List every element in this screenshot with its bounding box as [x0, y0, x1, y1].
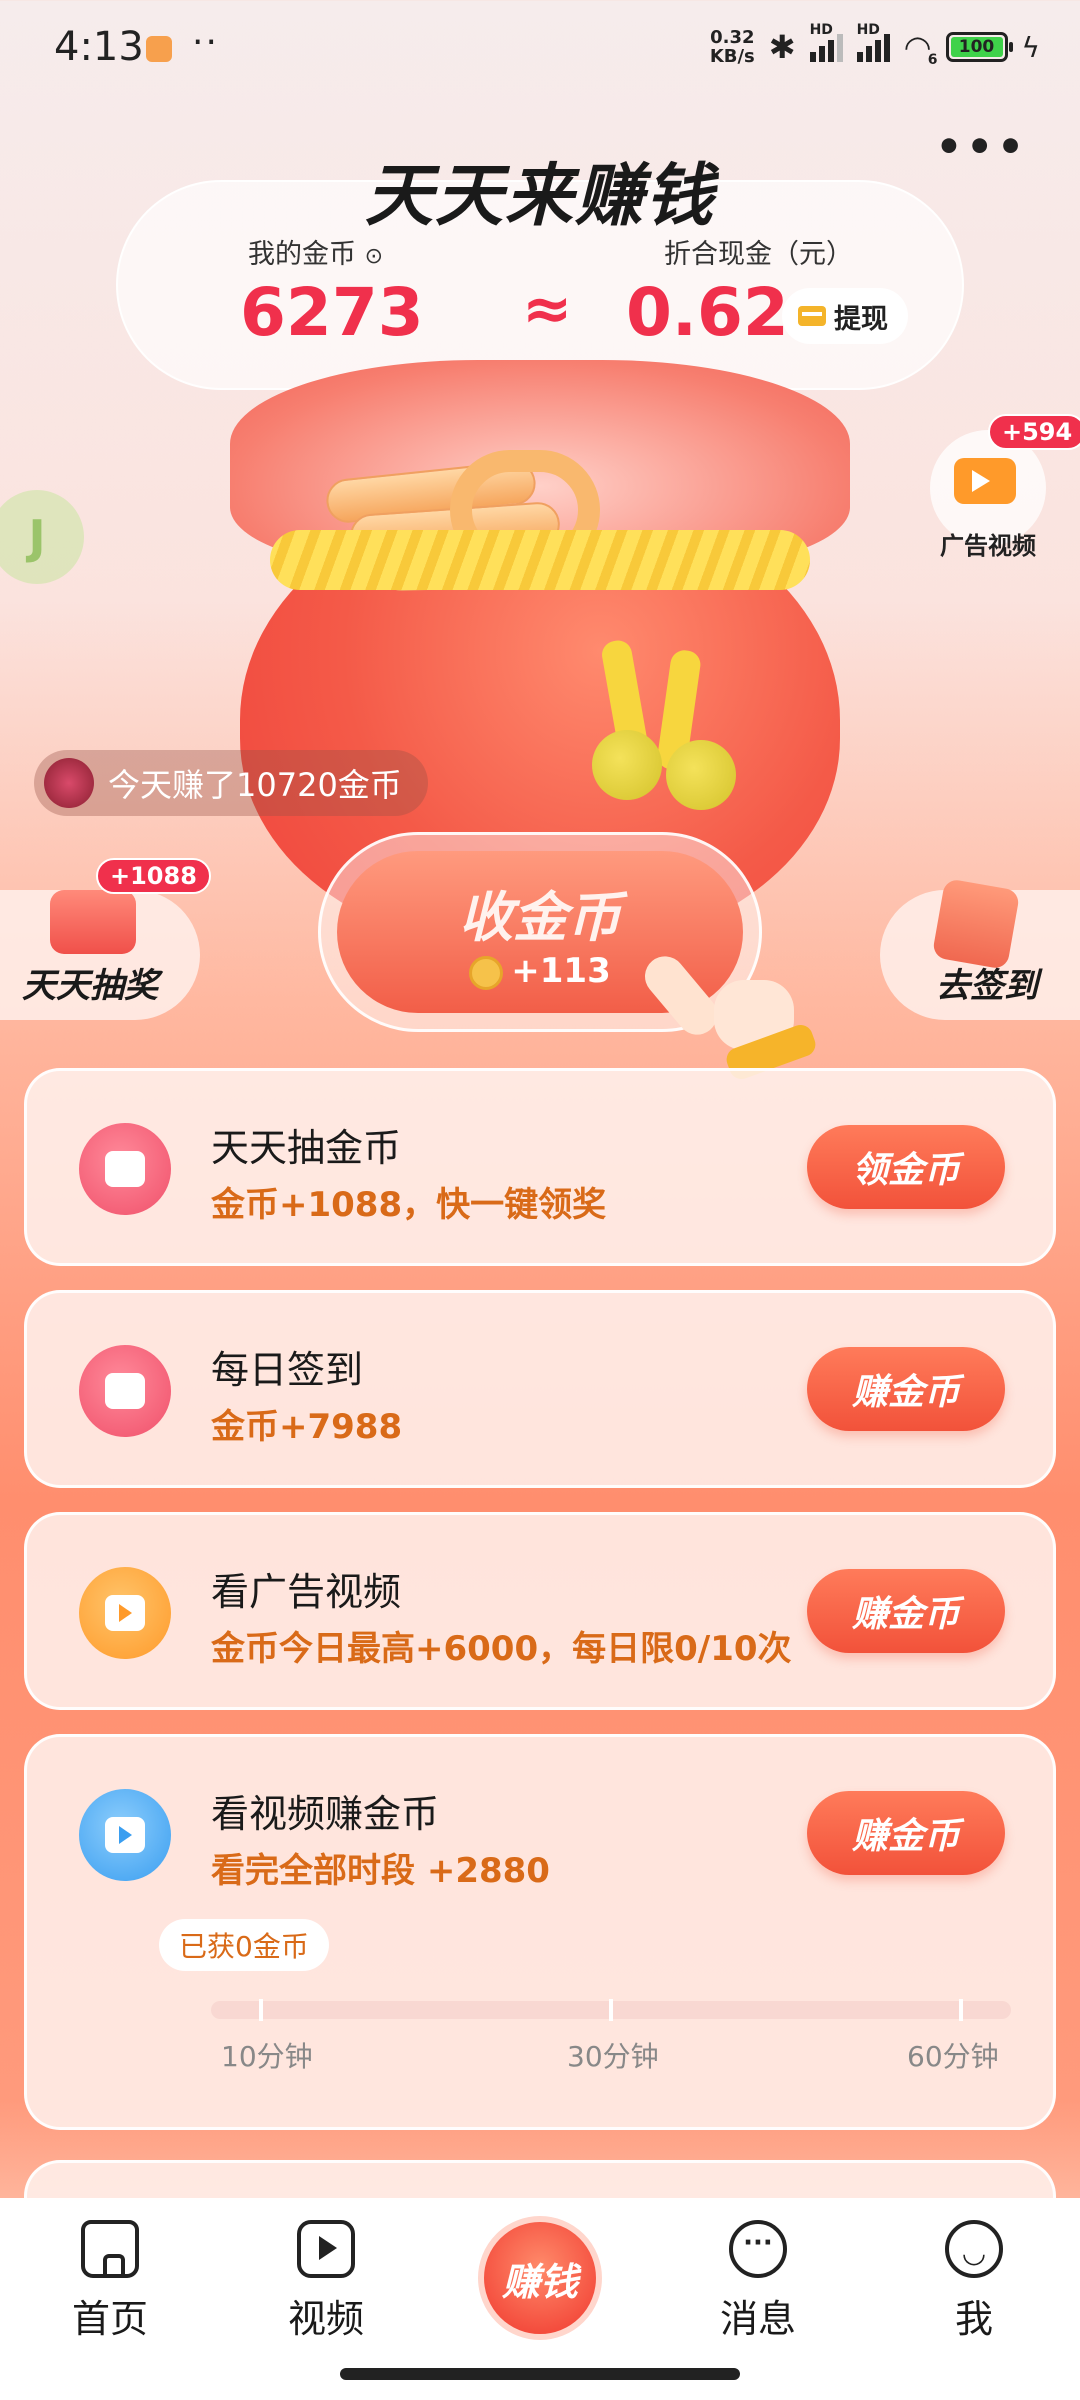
ad-video-float-button[interactable]: 广告视频 +594 [928, 414, 1080, 560]
status-bar: 4:13 ·· 0.32 KB/s ✱ HD HD ◠ 6 100 ϟ [0, 0, 1080, 96]
video-camera-icon [954, 458, 1016, 504]
ad-video-badge: +594 [988, 414, 1080, 450]
signal-1: HD [809, 22, 843, 62]
coin-icon [469, 955, 504, 990]
progress-tick [259, 1999, 263, 2021]
progress-tick [609, 1999, 613, 2021]
nav-messages[interactable]: 消息 [698, 2220, 818, 2343]
rope-decoration [270, 530, 810, 590]
battery-icon: 100 [945, 32, 1013, 62]
earn-coins-button[interactable]: 赚金币 [807, 1347, 1005, 1431]
signin-float-button[interactable]: 去签到 [880, 878, 1080, 1020]
calendar-icon [79, 1345, 171, 1437]
milestone-label: 10分钟 [221, 2040, 313, 2073]
lottery-float-button[interactable]: 天天抽奖 +1088 [0, 858, 211, 1020]
milestone-label: 60分钟 [907, 2040, 999, 2073]
status-icons: 0.32 KB/s ✱ HD HD ◠ 6 100 ϟ [709, 22, 1040, 68]
task-card-lottery: 天天抽金币 金币+1088，快一键领奖 领金币 [24, 1068, 1056, 1266]
video-camera-icon [79, 1789, 171, 1881]
nav-video[interactable]: 视频 [266, 2220, 386, 2343]
task-card-watch-video: 看视频赚金币 看完全部时段 +2880 赚金币 已获0金币 10分钟 30分钟 … [24, 1734, 1056, 2130]
bluetooth-icon: ✱ [768, 28, 796, 66]
milestone-label: 30分钟 [567, 2040, 659, 2073]
cash-value: 0.62 [626, 274, 789, 351]
wifi-status: ◠ 6 [903, 28, 938, 68]
smiley-icon [945, 2220, 1003, 2278]
page-title: 天天来赚钱 [364, 157, 715, 236]
task-card-ad-video: 看广告视频 金币今日最高+6000，每日限0/10次 赚金币 [24, 1512, 1056, 1710]
signal-2: HD [856, 22, 890, 62]
obtained-coins-tooltip: 已获0金币 [159, 1919, 329, 1971]
app-notification-icon [146, 36, 172, 62]
home-indicator[interactable] [340, 2368, 740, 2380]
video-play-icon [297, 2220, 355, 2278]
video-camera-icon [79, 1567, 171, 1659]
android-icon[interactable]: J [0, 490, 84, 584]
approx-symbol: ≈ [522, 274, 573, 344]
earned-today-pill: 今天赚了10720金币 [34, 750, 428, 816]
net-speed: 0.32 KB/s [709, 27, 755, 67]
nav-earn[interactable]: 赚钱 [478, 2216, 602, 2340]
calendar-check-icon [931, 878, 1021, 970]
avatar [44, 758, 94, 808]
earn-coins-button[interactable]: 赚金币 [807, 1569, 1005, 1653]
nav-me[interactable]: 我 [914, 2220, 1034, 2343]
wallet-icon [798, 306, 826, 326]
nav-home[interactable]: 首页 [50, 2220, 170, 2343]
coin-balance: 6273 [240, 274, 424, 351]
earn-coins-button[interactable]: 赚金币 [807, 1791, 1005, 1875]
more-notifications-icon: ·· [192, 22, 219, 63]
withdraw-button[interactable]: 提现 [782, 288, 908, 344]
pointing-hand-icon [636, 940, 819, 1083]
task-card-daily-signin: 每日签到 金币+7988 赚金币 [24, 1290, 1056, 1488]
charging-icon: ϟ [1021, 30, 1040, 64]
lottery-icon [79, 1123, 171, 1215]
status-time: 4:13 [54, 24, 144, 70]
chevron-right-icon: ⊙ [364, 244, 384, 269]
lottery-icon [50, 890, 136, 954]
message-icon [729, 2220, 787, 2278]
claim-coins-button[interactable]: 领金币 [807, 1125, 1005, 1209]
progress-tick [959, 1999, 963, 2021]
lottery-badge: +1088 [96, 858, 211, 894]
home-icon [81, 2220, 139, 2278]
